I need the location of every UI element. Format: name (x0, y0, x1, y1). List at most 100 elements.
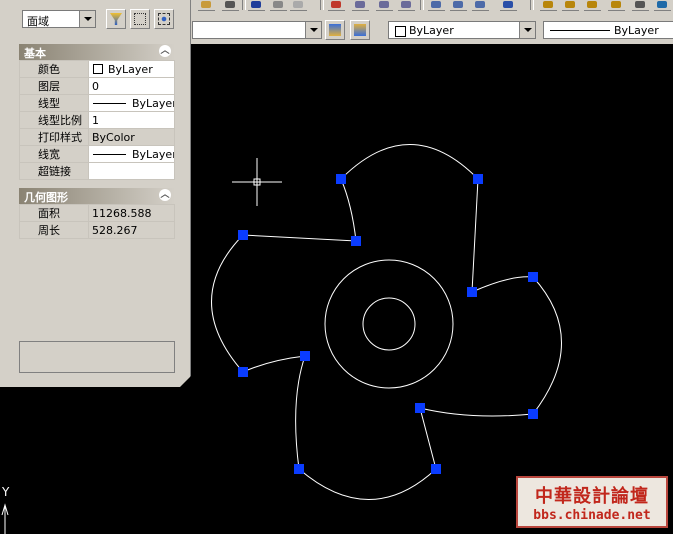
property-row[interactable]: 线型比例 1 (19, 111, 175, 129)
zoom-window-icon (379, 1, 389, 8)
dimension-icon (611, 1, 621, 8)
grip[interactable] (528, 409, 538, 419)
toolbar-button[interactable] (540, 0, 557, 11)
arrow-down-icon (293, 1, 303, 8)
pen-icon (225, 1, 235, 8)
undo-icon (201, 1, 211, 8)
chevron-up-icon[interactable]: ︿ (159, 189, 171, 201)
property-row[interactable]: 打印样式 ByColor (19, 128, 175, 146)
chevron-up-icon[interactable]: ︿ (159, 45, 171, 57)
linetype-sample (550, 30, 610, 31)
toolbar-button[interactable] (290, 0, 307, 11)
select-objects-button[interactable] (130, 9, 150, 29)
grip[interactable] (238, 230, 248, 240)
toolbar-button[interactable] (376, 0, 393, 11)
watermark-logo: 中華設計論壇 bbs.chinade.net (516, 476, 668, 528)
color-swatch (93, 63, 103, 74)
chevron-down-icon[interactable] (305, 22, 321, 38)
chart-icon (657, 1, 667, 8)
object-type-value: 面域 (27, 15, 49, 28)
dimension-icon (587, 1, 597, 8)
toolbar-button[interactable] (500, 0, 517, 11)
toolbar-button[interactable] (472, 0, 489, 11)
layers-icon (329, 24, 341, 36)
linetype-combo-value: ByLayer (614, 24, 659, 37)
toolbar-button[interactable] (654, 0, 671, 11)
property-row[interactable]: 面积 11268.588 (19, 204, 175, 222)
layers-icon (354, 24, 366, 36)
grip[interactable] (431, 464, 441, 474)
grip[interactable] (467, 287, 477, 297)
dimension-icon (543, 1, 553, 8)
grip[interactable] (351, 236, 361, 246)
quick-select-icon (158, 13, 170, 25)
grip[interactable] (528, 272, 538, 282)
quick-select-button[interactable] (154, 9, 174, 29)
description-box (19, 341, 175, 373)
help-icon (503, 1, 513, 8)
toolbar-button[interactable] (352, 0, 369, 11)
inner-hole-circle[interactable] (362, 297, 416, 351)
toolbar-button[interactable] (248, 0, 265, 11)
pan-icon (331, 1, 341, 8)
grip[interactable] (473, 174, 483, 184)
watermark-title: 中華設計論壇 (535, 486, 649, 507)
property-grid-geometry: 面积 11268.588 周长 528.267 (19, 204, 175, 239)
grip[interactable] (415, 403, 425, 413)
design-center-icon (453, 1, 463, 8)
region-outline[interactable] (211, 144, 562, 500)
tool-palette-icon (475, 1, 485, 8)
property-row[interactable]: 周长 528.267 (19, 221, 175, 239)
section-header-general[interactable]: 基本 ︿ (19, 44, 175, 60)
color-combo[interactable]: ByLayer (388, 21, 536, 39)
grip[interactable] (294, 464, 304, 474)
toolbar-button[interactable] (562, 0, 579, 11)
toolbar-button[interactable] (428, 0, 445, 11)
property-row[interactable]: 超链接 (19, 162, 175, 180)
toolbar-button[interactable] (270, 0, 287, 11)
lineweight-sample (93, 153, 126, 155)
toggle-pickadd-button[interactable] (106, 9, 126, 29)
grip[interactable] (300, 351, 310, 361)
list-icon (635, 1, 645, 8)
object-type-combo[interactable]: 面域 (22, 10, 96, 28)
grip[interactable] (238, 367, 248, 377)
section-header-geometry[interactable]: 几何图形 ︿ (19, 188, 175, 204)
toolbar-button[interactable] (198, 0, 215, 11)
property-grid-general: 颜色 ByLayer 图层 0 线型 ByLayer 线型比例 1 打印样式 B… (19, 60, 175, 180)
toolbar-button[interactable] (328, 0, 345, 11)
chevron-down-icon[interactable] (79, 11, 95, 27)
arrow-down-icon (273, 1, 283, 8)
linetype-sample (93, 102, 126, 104)
toolbar-button[interactable] (584, 0, 601, 11)
zoom-previous-icon (401, 1, 411, 8)
property-row[interactable]: 线型 ByLayer (19, 94, 175, 112)
crosshair-cursor (232, 158, 282, 206)
layer-previous-button[interactable] (325, 20, 345, 40)
grip[interactable] (336, 174, 346, 184)
property-row[interactable]: 线宽 ByLayer (19, 145, 175, 163)
ucs-icon (1, 503, 9, 534)
arrow-down-icon (251, 1, 261, 8)
layer-combo[interactable] (192, 21, 322, 39)
funnel-icon (110, 13, 122, 25)
dimension-icon (565, 1, 575, 8)
outer-hub-circle[interactable] (324, 259, 454, 389)
toolbar-button[interactable] (632, 0, 649, 11)
color-combo-value: ByLayer (409, 24, 454, 37)
linetype-combo[interactable]: ByLayer (543, 21, 673, 39)
properties-icon (431, 1, 441, 8)
toolbar-button[interactable] (608, 0, 625, 11)
color-swatch (395, 26, 406, 37)
property-row[interactable]: 图层 0 (19, 77, 175, 95)
toolbar-button[interactable] (222, 0, 239, 11)
property-row[interactable]: 颜色 ByLayer (19, 60, 175, 78)
ucs-y-label: Y (1, 485, 10, 499)
toolbar-button[interactable] (450, 0, 467, 11)
layer-states-button[interactable] (350, 20, 370, 40)
zoom-icon (355, 1, 365, 8)
properties-palette: 面域 基本 ︿ 颜色 ByLayer 图层 0 线型 ByLayer 线型比例 … (0, 0, 191, 388)
select-cursor-icon (134, 13, 146, 25)
chevron-down-icon[interactable] (519, 22, 535, 38)
toolbar-button[interactable] (398, 0, 415, 11)
